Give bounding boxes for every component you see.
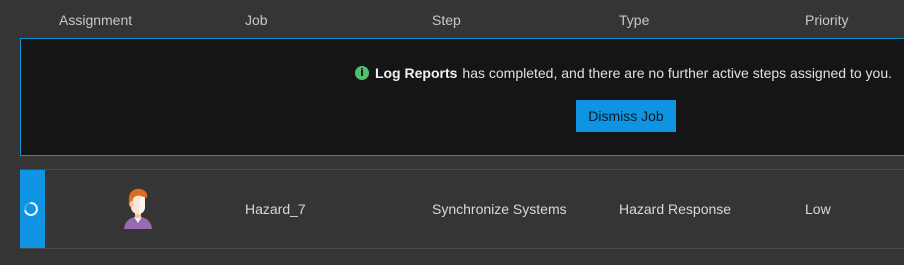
row-priority: Low [805,201,831,217]
column-header-type[interactable]: Type [619,12,649,28]
loading-spinner-icon [24,202,38,216]
user-avatar [124,188,152,229]
info-icon: i [354,66,369,80]
table-header: Assignment Job Step Type Priority [0,0,904,38]
job-completed-notice: i Log Reports has completed, and there a… [20,38,904,156]
notice-job-name: Log Reports [374,65,458,81]
row-job: Hazard_7 [245,201,306,217]
row-selection-marker[interactable] [20,170,45,248]
column-header-assignment[interactable]: Assignment [59,12,132,28]
table-row[interactable]: Hazard_7 Synchronize Systems Hazard Resp… [20,170,904,248]
row-type: Hazard Response [619,201,732,217]
column-header-priority[interactable]: Priority [805,12,849,28]
notice-message-line: i Log Reports has completed, and there a… [354,65,892,81]
dismiss-job-button[interactable]: Dismiss Job [576,100,676,132]
row-bottom-divider [20,248,904,249]
column-header-job[interactable]: Job [245,12,268,28]
notice-message: has completed, and there are no further … [462,65,892,81]
jobs-table: Assignment Job Step Type Priority i Log … [0,0,904,265]
column-header-step[interactable]: Step [432,12,461,28]
row-step: Synchronize Systems [432,201,567,217]
